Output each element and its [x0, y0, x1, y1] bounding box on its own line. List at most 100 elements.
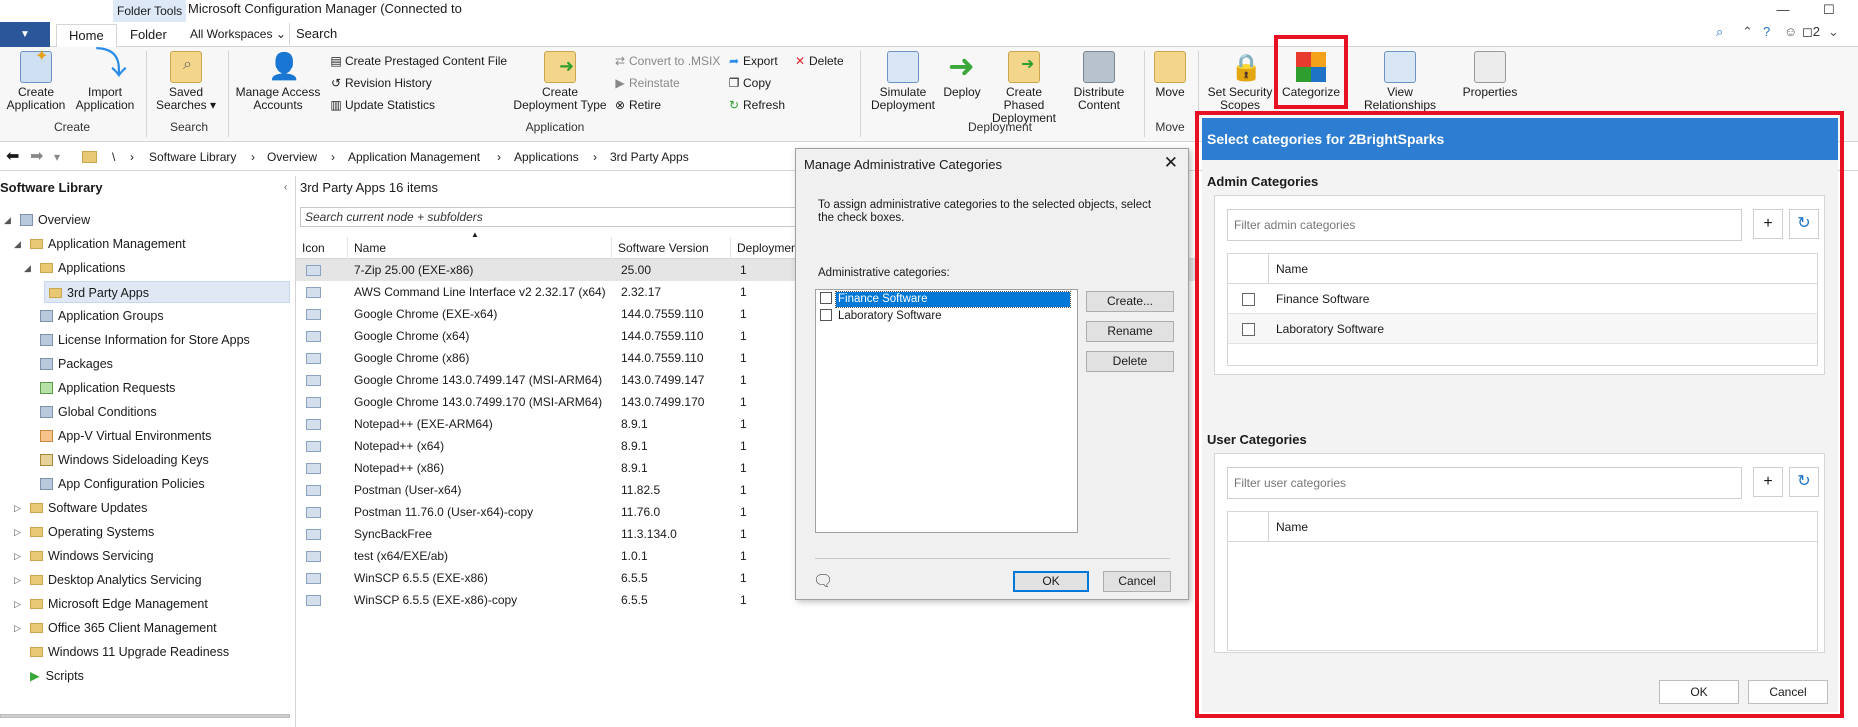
expand-arrow-icon[interactable]: ▷ [14, 545, 21, 567]
create-application-button[interactable]: ✦ Create Application [6, 49, 66, 112]
collapse-pane-icon[interactable]: ‹ [284, 182, 287, 193]
rename-category-button[interactable]: Rename [1086, 321, 1174, 342]
deploy-button[interactable]: ➜ Deploy [942, 49, 982, 99]
tree-item-3rd-party-apps[interactable]: 3rd Party Apps [44, 281, 290, 303]
tree-item-global-conditions[interactable]: Global Conditions [40, 401, 157, 423]
create-phased-deployment-button[interactable]: ➜ Create Phased Deployment [984, 51, 1064, 125]
delete-button[interactable]: ✕ Delete [794, 52, 844, 70]
tree-item-win11-readiness[interactable]: Windows 11 Upgrade Readiness [30, 641, 229, 663]
breadcrumb-item[interactable]: \ [112, 150, 115, 164]
properties-button[interactable]: Properties [1460, 51, 1520, 99]
expand-arrow-icon[interactable]: ▷ [14, 617, 21, 639]
export-button[interactable]: ➦ Export [728, 52, 778, 70]
set-security-scopes-button[interactable]: 🔒 Set Security Scopes [1204, 51, 1276, 112]
expand-arrow-icon[interactable]: ▷ [14, 593, 21, 615]
breadcrumb-item[interactable]: Application Management [348, 150, 480, 164]
tree-item-office365-management[interactable]: ▷ Office 365 Client Management [14, 617, 217, 639]
tree-item-overview[interactable]: ◢ Overview [4, 209, 90, 231]
dialog-ok-button[interactable]: OK [1013, 571, 1089, 592]
notification-icon[interactable]: ◻2 [1802, 24, 1820, 40]
expand-arrow-icon[interactable]: ▷ [14, 569, 21, 591]
collapse-arrow-icon[interactable]: ◢ [14, 233, 21, 255]
cell-version: 25.00 [621, 263, 652, 277]
workspace-dropdown[interactable]: All Workspaces ⌄ [184, 23, 290, 45]
folder-tools-tab[interactable]: Folder Tools [113, 0, 187, 22]
column-icon[interactable]: Icon [296, 237, 347, 259]
tree-item-application-management[interactable]: ◢ Application Management [14, 233, 186, 255]
search-icon[interactable]: ⌕ [1716, 24, 1723, 40]
saved-searches-button[interactable]: ⌕ Saved Searches ▾ [152, 51, 220, 112]
tree-item-application-groups[interactable]: Application Groups [40, 305, 164, 327]
breadcrumb-item[interactable]: Software Library [149, 150, 236, 164]
tree-item-license-information[interactable]: License Information for Store Apps [40, 329, 250, 351]
chevron-down-icon[interactable]: ⌄ [1828, 24, 1839, 40]
expand-arrow-icon[interactable]: ▷ [14, 497, 21, 519]
tree-item-applications[interactable]: ◢ Applications [24, 257, 125, 279]
tree-item-edge-management[interactable]: ▷ Microsoft Edge Management [14, 593, 208, 615]
checkbox[interactable] [820, 309, 832, 321]
cell-name: Notepad++ (EXE-ARM64) [354, 417, 493, 431]
list-search-input[interactable]: Search current node + subfolders [300, 207, 800, 227]
breadcrumb-item[interactable]: Overview [267, 150, 317, 164]
user-feedback-icon[interactable]: 🗨 [813, 571, 833, 591]
chevron-up-icon[interactable]: ⌃ [1742, 24, 1753, 40]
dialog-cancel-button[interactable]: Cancel [1103, 571, 1171, 592]
tree-item-appv-environments[interactable]: App-V Virtual Environments [40, 425, 211, 447]
tree-item-application-requests[interactable]: Application Requests [40, 377, 175, 399]
expand-arrow-icon[interactable]: ▷ [14, 521, 21, 543]
breadcrumb-item[interactable]: 3rd Party Apps [610, 150, 689, 164]
column-name[interactable]: Name [347, 237, 611, 259]
distribute-content-button[interactable]: Distribute Content [1068, 51, 1130, 112]
application-icon [306, 507, 321, 518]
create-category-button[interactable]: Create... [1086, 291, 1174, 312]
back-arrow-icon[interactable]: ⬅ [6, 146, 19, 166]
tree-item-app-config-policies[interactable]: App Configuration Policies [40, 473, 205, 495]
reinstate-button[interactable]: ▶ Reinstate [614, 74, 679, 92]
column-software-version[interactable]: Software Version [611, 237, 730, 259]
chevron-down-icon[interactable]: ▾ [54, 150, 60, 164]
collapse-arrow-icon[interactable]: ◢ [4, 209, 11, 231]
delete-category-button[interactable]: Delete [1086, 351, 1174, 372]
cell-name: 7-Zip 25.00 (EXE-x86) [354, 263, 474, 277]
create-deployment-type-button[interactable]: ➜ Create Deployment Type [510, 51, 610, 112]
copy-button[interactable]: ❐ Copy [728, 74, 771, 92]
retire-button[interactable]: ⊗ Retire [614, 96, 661, 114]
breadcrumb-separator-icon: › [130, 150, 134, 164]
tab-folder[interactable]: Folder [118, 24, 179, 47]
smiley-icon[interactable]: ☺ [1784, 24, 1797, 39]
move-button[interactable]: Move [1150, 51, 1190, 99]
import-application-button[interactable]: ⤵ Import Application [70, 47, 140, 112]
minimize-button[interactable]: — [1760, 0, 1806, 22]
close-icon[interactable]: ✕ [1164, 153, 1178, 173]
tab-home[interactable]: Home [56, 24, 117, 47]
view-relationships-button[interactable]: View Relationships [1352, 51, 1448, 112]
tree-item-scripts[interactable]: ▶ Scripts [30, 665, 84, 687]
cell-name: Notepad++ (x64) [354, 439, 445, 453]
tree-item-operating-systems[interactable]: ▷ Operating Systems [14, 521, 154, 543]
revision-history-button[interactable]: ↺ Revision History [330, 74, 432, 92]
create-prestaged-button[interactable]: ▤ Create Prestaged Content File [330, 52, 507, 70]
tree-item-sideloading-keys[interactable]: Windows Sideloading Keys [40, 449, 209, 471]
global-search-input[interactable]: Search [292, 23, 1712, 45]
forward-arrow-icon[interactable]: ➡ [30, 146, 43, 166]
category-item-laboratory[interactable]: Laboratory Software [820, 309, 944, 325]
tree-item-software-updates[interactable]: ▷ Software Updates [14, 497, 147, 519]
horizontal-scrollbar[interactable] [0, 714, 290, 718]
application-icon [306, 441, 321, 452]
tree-item-packages[interactable]: Packages [40, 353, 113, 375]
convert-msix-button[interactable]: ⇄ Convert to .MSIX [614, 52, 720, 70]
application-icon [306, 287, 321, 298]
category-item-finance[interactable]: Finance Software [820, 291, 1075, 308]
manage-access-accounts-button[interactable]: 👤 Manage Access Accounts [234, 51, 322, 112]
tree-item-windows-servicing[interactable]: ▷ Windows Servicing [14, 545, 154, 567]
breadcrumb-item[interactable]: Applications [514, 150, 579, 164]
refresh-button[interactable]: ↻ Refresh [728, 96, 785, 114]
system-menu-button[interactable]: ▼ [0, 22, 50, 47]
maximize-button[interactable]: ☐ [1806, 0, 1852, 22]
checkbox[interactable] [820, 292, 832, 304]
collapse-arrow-icon[interactable]: ◢ [24, 257, 31, 279]
tree-item-desktop-analytics[interactable]: ▷ Desktop Analytics Servicing [14, 569, 202, 591]
simulate-deployment-button[interactable]: Simulate Deployment [866, 51, 940, 112]
update-statistics-button[interactable]: ▥ Update Statistics [330, 96, 435, 114]
help-icon[interactable]: ? [1763, 24, 1770, 39]
